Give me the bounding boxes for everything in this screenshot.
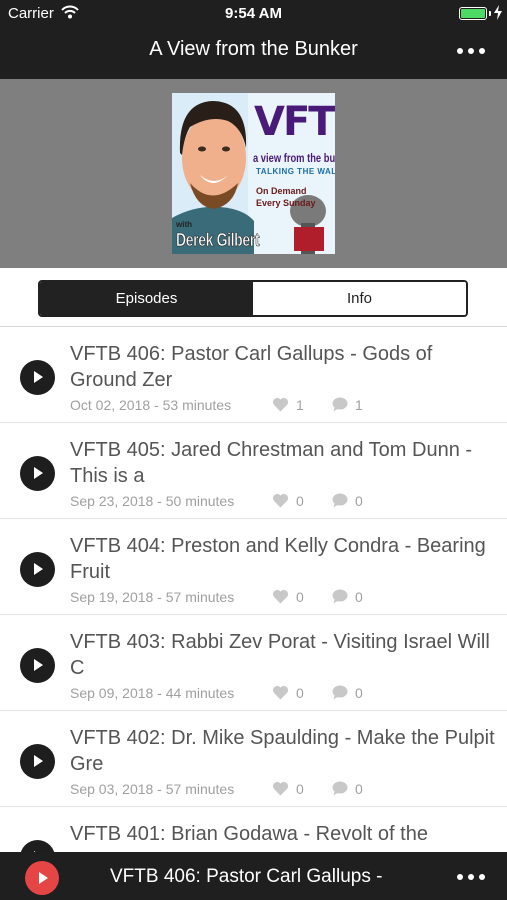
nav-bar: Carrier 9:54 AM A View from the Bunker	[0, 0, 507, 79]
comment-count-value: 0	[355, 589, 363, 605]
like-count-value: 0	[296, 685, 304, 701]
status-time: 9:54 AM	[225, 5, 282, 22]
episode-meta: Sep 19, 2018 - 57 minutes	[70, 589, 235, 605]
status-bar: Carrier 9:54 AM	[0, 0, 507, 28]
comment-icon	[332, 493, 348, 508]
episode-list[interactable]: VFTB 406: Pastor Carl Gallups - Gods of …	[0, 327, 507, 852]
page-title: A View from the Bunker	[149, 38, 358, 60]
like-count[interactable]: 0	[272, 781, 304, 797]
episode-title[interactable]: VFTB 401: Brian Godawa - Revolt of the	[70, 821, 495, 847]
play-button[interactable]	[20, 744, 55, 779]
podcast-cover-art: VFTB a view from the bunker TALKING THE …	[172, 93, 335, 254]
episode-meta: Sep 03, 2018 - 57 minutes	[70, 781, 235, 797]
comment-count[interactable]: 0	[331, 493, 363, 509]
battery-level	[461, 9, 485, 18]
like-count[interactable]: 0	[272, 493, 304, 509]
cover-host-name: Derek Gilbert	[176, 230, 260, 251]
heart-icon	[272, 589, 289, 604]
podcast-header: VFTB a view from the bunker TALKING THE …	[0, 79, 507, 268]
episode-title[interactable]: VFTB 403: Rabbi Zev Porat - Visiting Isr…	[70, 629, 495, 681]
cover-subtitle: a view from the bunker	[253, 151, 335, 165]
like-count[interactable]: 0	[272, 685, 304, 701]
play-button[interactable]	[20, 552, 55, 587]
episode-meta: Sep 23, 2018 - 50 minutes	[70, 493, 235, 509]
heart-icon	[272, 781, 289, 796]
comment-count[interactable]: 0	[331, 589, 363, 605]
play-button[interactable]	[20, 360, 55, 395]
tab-episodes[interactable]: Episodes	[40, 282, 253, 315]
like-count-value: 1	[296, 397, 304, 413]
charging-bolt-icon	[494, 5, 502, 20]
battery-tip	[489, 11, 491, 16]
like-count[interactable]: 0	[272, 589, 304, 605]
more-horizontal-icon[interactable]	[455, 44, 487, 58]
cover-schedule-line2: Every Sunday	[256, 198, 316, 208]
cover-schedule-line1: On Demand	[256, 186, 307, 196]
episode-row[interactable]: VFTB 403: Rabbi Zev Porat - Visiting Isr…	[0, 615, 507, 711]
episode-row[interactable]: VFTB 404: Preston and Kelly Condra - Bea…	[0, 519, 507, 615]
play-button[interactable]	[20, 648, 55, 683]
comment-count[interactable]: 0	[331, 781, 363, 797]
episode-meta: Oct 02, 2018 - 53 minutes	[70, 397, 232, 413]
cover-logo: VFTB	[254, 99, 335, 145]
comment-icon	[332, 589, 348, 604]
mini-player: VFTB 406: Pastor Carl Gallups -	[0, 852, 507, 900]
cover-schedule: On Demand Every Sunday	[256, 185, 316, 209]
episode-title[interactable]: VFTB 405: Jared Chrestman and Tom Dunn -…	[70, 437, 495, 489]
comment-count[interactable]: 1	[331, 397, 363, 413]
episode-row[interactable]: VFTB 405: Jared Chrestman and Tom Dunn -…	[0, 423, 507, 519]
cover-tagline: TALKING THE WALK	[256, 167, 335, 176]
episode-title[interactable]: VFTB 404: Preston and Kelly Condra - Bea…	[70, 533, 495, 585]
comment-icon	[332, 781, 348, 796]
segmented-control: Episodes Info	[38, 280, 468, 317]
play-button[interactable]	[20, 456, 55, 491]
tab-info[interactable]: Info	[253, 282, 466, 315]
episode-title[interactable]: VFTB 406: Pastor Carl Gallups - Gods of …	[70, 341, 495, 393]
play-button[interactable]	[20, 840, 55, 852]
heart-icon	[272, 493, 289, 508]
comment-count-value: 1	[355, 397, 363, 413]
episode-meta: Sep 09, 2018 - 44 minutes	[70, 685, 235, 701]
comment-icon	[332, 685, 348, 700]
comment-count-value: 0	[355, 493, 363, 509]
battery-icon	[459, 7, 487, 20]
comment-icon	[332, 397, 348, 412]
episode-title[interactable]: VFTB 402: Dr. Mike Spaulding - Make the …	[70, 725, 495, 777]
comment-count[interactable]: 0	[331, 685, 363, 701]
like-count-value: 0	[296, 781, 304, 797]
comment-count-value: 0	[355, 685, 363, 701]
episode-row[interactable]: VFTB 402: Dr. Mike Spaulding - Make the …	[0, 711, 507, 807]
now-playing-title[interactable]: VFTB 406: Pastor Carl Gallups -	[110, 866, 382, 888]
episode-row[interactable]: VFTB 406: Pastor Carl Gallups - Gods of …	[0, 327, 507, 423]
like-count[interactable]: 1	[272, 397, 304, 413]
comment-count-value: 0	[355, 781, 363, 797]
more-horizontal-icon[interactable]	[455, 870, 487, 884]
cover-with: with	[176, 220, 192, 229]
like-count-value: 0	[296, 493, 304, 509]
heart-icon	[272, 685, 289, 700]
player-play-button[interactable]	[25, 861, 59, 895]
episode-row[interactable]: VFTB 401: Brian Godawa - Revolt of the	[0, 807, 507, 852]
heart-icon	[272, 397, 289, 412]
like-count-value: 0	[296, 589, 304, 605]
